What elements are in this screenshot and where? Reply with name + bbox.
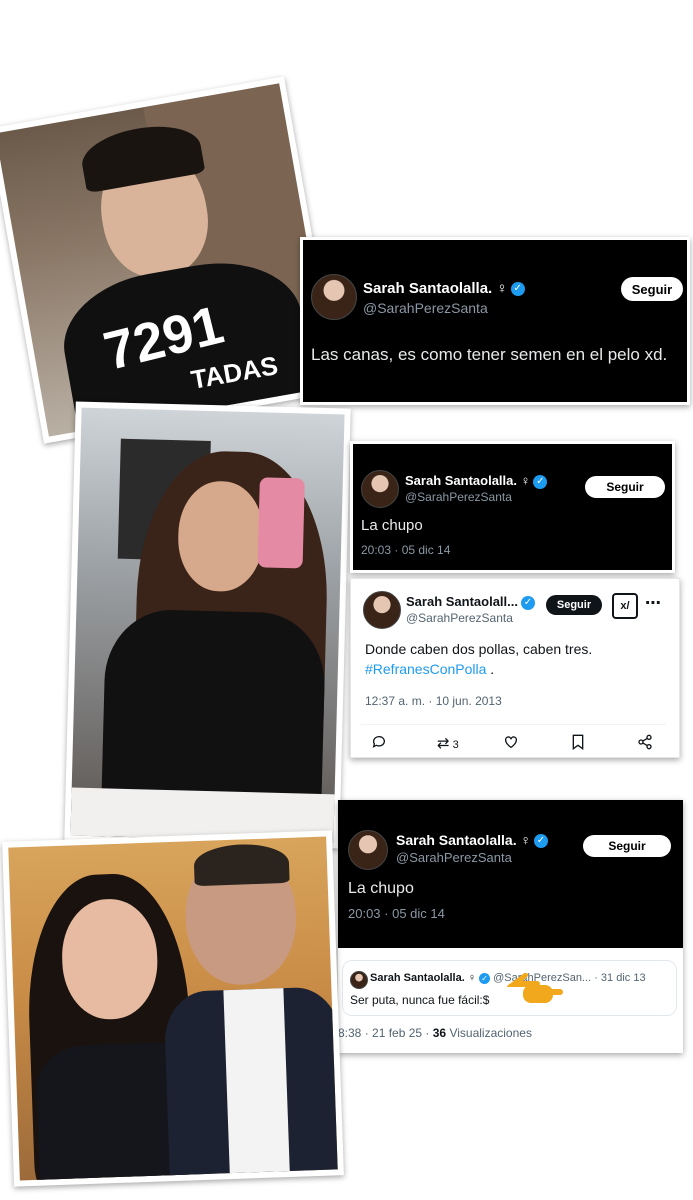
tweet-timestamp[interactable]: 20:03 · 05 dic 14 [361,543,450,557]
author-name: Sarah Santaolalla. ♀ [405,473,531,488]
retweet-icon: ⇄ [437,735,450,752]
tweet-card-ser-puta: Sarah Santaolalla. ♀ ✓ @SarahPerezSan... … [342,960,677,1016]
photo-mirror-selfie [64,401,351,849]
retweet-button[interactable]: ⇄ 3 [437,734,459,752]
like-icon[interactable] [503,734,519,754]
follow-button[interactable]: Seguir [585,476,665,498]
author-name: Sarah Santaolalla. ♀ [363,280,508,297]
avatar [350,971,368,989]
views-count: 36 [432,1026,447,1040]
avatar [348,830,388,870]
follow-button[interactable]: Seguir [583,835,671,857]
verified-badge-icon: ✓ [479,972,491,984]
tweet-text: Ser puta, nunca fue fácil:$ [350,993,490,1007]
tweet-card-canas: Sarah Santaolalla. ♀ ✓ @SarahPerezSanta S… [300,237,690,405]
photo-woman-and-man [2,830,344,1187]
avatar [363,591,401,629]
author-name: Sarah Santaolalla. ♀ [370,972,477,984]
quote-tweet-container: Sarah Santaolalla. ♀ ✓ @SarahPerezSanta S… [338,800,683,1053]
grok-icon[interactable]: x/ [612,593,638,619]
hashtag-link[interactable]: #RefranesConPolla [365,661,486,677]
tweet-text: Las canas, es como tener semen en el pel… [311,345,668,364]
follow-button[interactable]: Seguir [621,277,683,301]
bookmark-icon[interactable] [571,734,585,754]
retweet-count: 3 [452,739,459,751]
tweet-card-refranes: Sarah Santaolall... ✓ @SarahPerezSanta Se… [350,578,680,758]
author-name: Sarah Santaolall... [406,594,518,609]
tweet-card-la-chupo-1: Sarah Santaolalla. ♀ ✓ @SarahPerezSanta S… [350,441,675,573]
tweet-timestamp[interactable]: 20:03 · 05 dic 14 [348,906,445,921]
author-handle[interactable]: @SarahPerezSanta [405,490,512,504]
footer-timestamp[interactable]: 8:38 · 21 feb 25 · [338,1026,429,1040]
tweet-text: La chupo [361,517,423,534]
verified-badge-icon: ✓ [533,474,548,489]
follow-button[interactable]: Seguir [546,595,602,615]
author-handle[interactable]: @SarahPerezSanta [363,300,488,316]
avatar [311,274,357,320]
verified-badge-icon: ✓ [534,834,548,849]
views-label: Visualizaciones [449,1026,532,1040]
reply-icon[interactable] [371,734,387,754]
author-handle[interactable]: @SarahPerezSanta [406,611,513,625]
share-icon[interactable] [637,734,653,754]
author-handle[interactable]: @SarahPerezSanta [396,850,512,865]
author-name: Sarah Santaolalla. ♀ [396,832,531,848]
avatar [361,470,399,508]
more-options-icon[interactable]: ⋯ [645,593,661,613]
tweet-card-la-chupo-2: Sarah Santaolalla. ♀ ✓ @SarahPerezSanta S… [338,800,683,948]
tweet-timestamp[interactable]: 12:37 a. m. · 10 jun. 2013 [365,694,502,708]
photo-woman-black-shirt: 7291 TADAS [0,76,340,444]
verified-badge-icon: ✓ [510,282,525,297]
tweet-text: Donde caben dos pollas, caben tres. [365,641,593,657]
verified-badge-icon: ✓ [521,595,535,610]
hashtag-trailing-dot: . [490,661,495,677]
tweet-text: La chupo [348,880,414,897]
tweet-date[interactable]: · 31 dic 13 [594,972,645,984]
pointing-hand-icon [503,972,567,1007]
